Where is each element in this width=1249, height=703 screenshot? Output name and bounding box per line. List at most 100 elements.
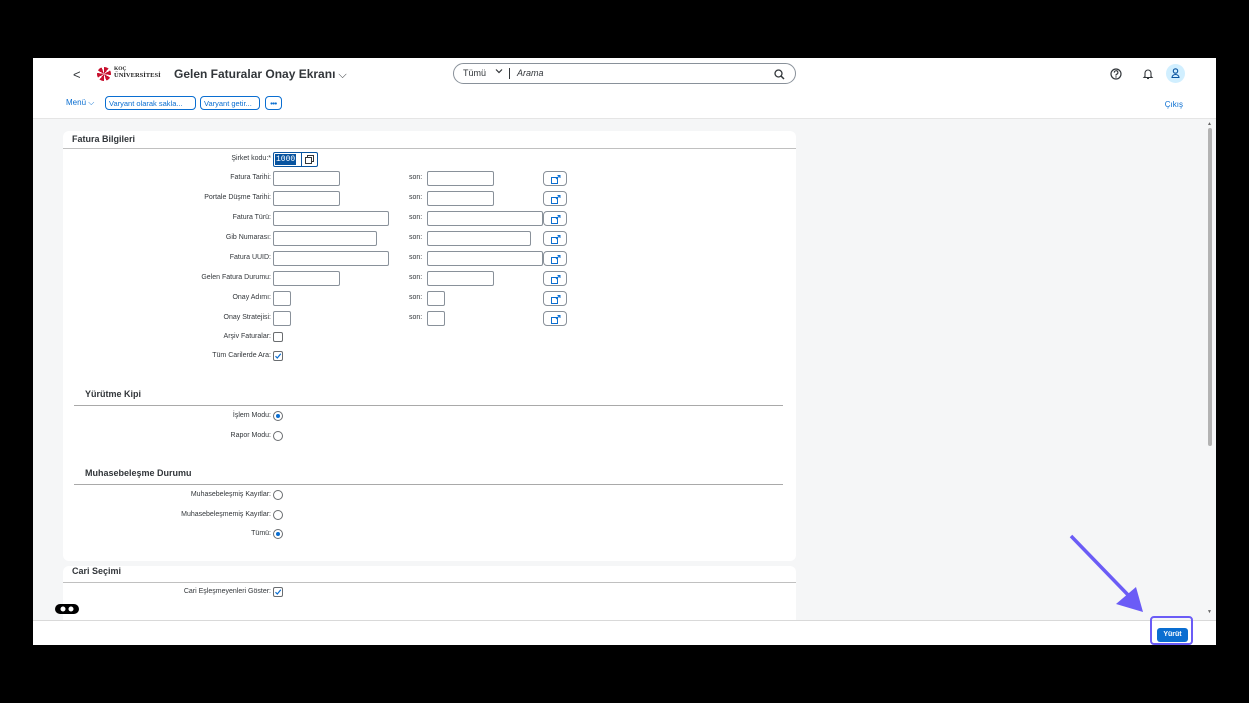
rapor-modu-label: Rapor Modu:: [230, 432, 271, 439]
notification-bell-icon[interactable]: [1142, 67, 1154, 85]
gib-numarasi-from-input[interactable]: [273, 231, 377, 246]
scroll-down-icon[interactable]: ▼: [1207, 609, 1212, 615]
scroll-up-icon[interactable]: ▲: [1207, 121, 1212, 127]
islem-modu-label: İşlem Modu:: [232, 412, 271, 419]
cari-panel: Cari Seçimi Cari Eşleşmeyenleri Göster:: [63, 566, 796, 626]
multiple-selection-icon: [551, 295, 561, 304]
divider: [74, 484, 783, 485]
fatura-turu-label: Fatura Türü:: [232, 214, 271, 221]
son-label: son:: [409, 274, 423, 281]
multiple-selection-icon: [551, 175, 561, 184]
onay-stratejisi-from-input[interactable]: [273, 311, 291, 326]
multiple-selection-button[interactable]: [543, 251, 567, 266]
onay-adimi-label: Onay Adımı:: [232, 294, 271, 301]
chevron-down-icon[interactable]: [495, 67, 503, 77]
muhasebelesmis-radio[interactable]: [273, 490, 283, 500]
cari-goster-label: Cari Eşleşmeyenleri Göster:: [183, 588, 271, 595]
exit-link[interactable]: Çıkış: [1165, 100, 1183, 109]
save-variant-button[interactable]: Varyant olarak sakla...: [105, 96, 196, 110]
koc-logo[interactable]: KOÇ ÜNİVERSİTESİ: [97, 66, 167, 81]
user-avatar[interactable]: [1166, 64, 1185, 83]
multiple-selection-button[interactable]: [543, 191, 567, 206]
fatura-uuid-to-input[interactable]: [427, 251, 543, 266]
multiple-selection-button[interactable]: [543, 291, 567, 306]
help-icon[interactable]: [1110, 67, 1122, 85]
divider: [63, 582, 796, 583]
muhasebelesmemis-radio[interactable]: [273, 510, 283, 520]
checkmark-icon: [275, 589, 282, 595]
gelen-fatura-durumu-to-input[interactable]: [427, 271, 494, 286]
son-label: son:: [409, 254, 423, 261]
menu-button[interactable]: Menü ⌵: [66, 98, 94, 108]
more-options-button[interactable]: •••: [265, 96, 282, 110]
menu-label: Menü: [66, 98, 87, 107]
app-title-menu[interactable]: Gelen Faturalar Onay Ekranı ⌵: [174, 67, 347, 82]
sirket-input[interactable]: 1000: [273, 152, 318, 167]
multiple-selection-button[interactable]: [543, 231, 567, 246]
onay-stratejisi-label: Onay Stratejisi:: [223, 314, 271, 321]
son-label: son:: [409, 174, 423, 181]
divider: [74, 405, 783, 406]
checkmark-icon: [275, 353, 282, 359]
sirket-value: 1000: [275, 154, 297, 165]
multiple-selection-button[interactable]: [543, 311, 567, 326]
fatura-uuid-from-input[interactable]: [273, 251, 389, 266]
portale-dusme-from-input[interactable]: [273, 191, 340, 206]
fatura-panel: Fatura Bilgileri Şirket kodu:* 1000 Fatu…: [63, 131, 796, 561]
onay-adimi-from-input[interactable]: [273, 291, 291, 306]
islem-modu-radio[interactable]: [273, 411, 283, 421]
son-label: son:: [409, 314, 423, 321]
shell-bar: < KOÇ ÜNİVERSİTESİ Gelen Faturalar Onay …: [33, 58, 1216, 90]
arsiv-faturalar-checkbox[interactable]: [273, 332, 283, 342]
tumu-radio[interactable]: [273, 529, 283, 539]
multiple-selection-icon: [551, 255, 561, 264]
fatura-tarihi-from-input[interactable]: [273, 171, 340, 186]
search-icon[interactable]: [774, 67, 785, 85]
toolbar: Menü ⌵ Varyant olarak sakla... Varyant g…: [33, 90, 1216, 119]
value-help-icon: [305, 155, 314, 164]
muhasebelesmis-label: Muhasebeleşmiş Kayıtlar:: [190, 491, 271, 498]
multiple-selection-icon: [551, 275, 561, 284]
logo-text-line2: ÜNİVERSİTESİ: [114, 72, 161, 79]
multiple-selection-icon: [551, 195, 561, 204]
fatura-tarihi-label: Fatura Tarihi:: [230, 174, 271, 181]
rapor-modu-radio[interactable]: [273, 431, 283, 441]
value-help-button[interactable]: [301, 153, 317, 166]
search-input[interactable]: Arama: [517, 68, 544, 78]
cari-goster-checkbox[interactable]: [273, 587, 283, 597]
fatura-tarihi-to-input[interactable]: [427, 171, 494, 186]
divider: [63, 148, 796, 149]
fatura-turu-to-input[interactable]: [427, 211, 543, 226]
onay-stratejisi-to-input[interactable]: [427, 311, 445, 326]
tum-carilerde-ara-checkbox[interactable]: [273, 351, 283, 361]
gib-numarasi-to-input[interactable]: [427, 231, 531, 246]
multiple-selection-button[interactable]: [543, 271, 567, 286]
app-title: Gelen Faturalar Onay Ekranı: [174, 67, 336, 81]
tum-carilerde-ara-label: Tüm Carilerde Ara:: [212, 352, 271, 359]
fatura-title: Fatura Bilgileri: [72, 134, 136, 144]
back-button[interactable]: <: [73, 67, 81, 82]
muhasebe-title: Muhasebeleşme Durumu: [85, 468, 192, 478]
fatura-turu-from-input[interactable]: [273, 211, 389, 226]
gelen-fatura-durumu-from-input[interactable]: [273, 271, 340, 286]
son-label: son:: [409, 194, 423, 201]
fatura-uuid-label: Fatura UUID:: [229, 254, 271, 261]
onay-adimi-to-input[interactable]: [427, 291, 445, 306]
search-bar[interactable]: Tümü Arama: [453, 63, 796, 84]
scrollbar-thumb[interactable]: [1208, 128, 1212, 446]
muhasebelesmemis-label: Muhasebeleşmemiş Kayıtlar:: [181, 511, 271, 518]
chevron-down-icon: ⌵: [338, 69, 347, 81]
cari-title: Cari Seçimi: [72, 566, 122, 576]
search-scope-select[interactable]: Tümü: [463, 68, 486, 78]
footer-bar: Yürüt: [33, 620, 1216, 645]
portale-dusme-to-input[interactable]: [427, 191, 494, 206]
user-icon: [1171, 68, 1180, 78]
gib-numarasi-label: Gib Numarası:: [225, 234, 271, 241]
son-label: son:: [409, 234, 423, 241]
logo-mark-icon: [97, 67, 111, 81]
get-variant-button[interactable]: Varyant getir...: [200, 96, 260, 110]
multiple-selection-icon: [551, 215, 561, 224]
multiple-selection-button[interactable]: [543, 211, 567, 226]
multiple-selection-icon: [551, 235, 561, 244]
multiple-selection-button[interactable]: [543, 171, 567, 186]
